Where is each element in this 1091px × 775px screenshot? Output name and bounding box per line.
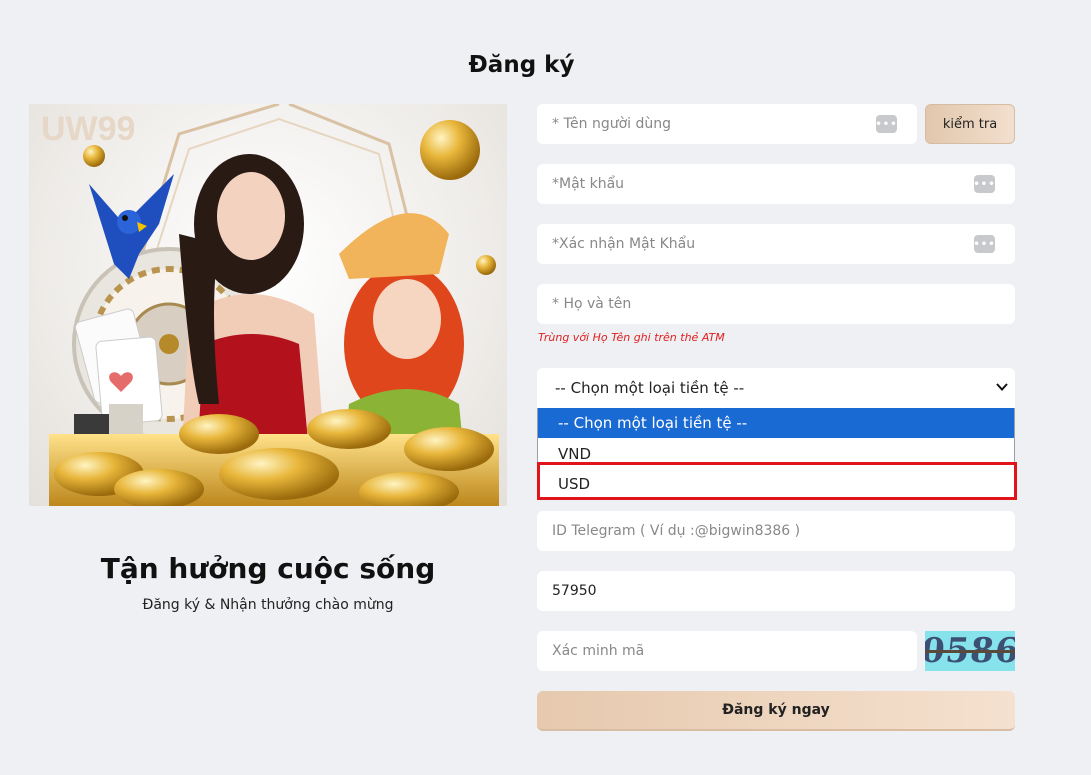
currency-selected-value: -- Chọn một loại tiền tệ -- [555, 379, 745, 397]
captcha-text: 0586 [925, 631, 1015, 671]
fullname-placeholder: * Họ và tên [552, 296, 632, 312]
referral-code-field[interactable]: 57950 [537, 571, 1015, 611]
referral-code-value: 57950 [552, 583, 597, 599]
register-submit-button[interactable]: Đăng ký ngay [537, 691, 1015, 731]
password-manager-icon[interactable]: ••• [973, 175, 995, 193]
currency-option-placeholder[interactable]: -- Chọn một loại tiền tệ -- [538, 408, 1014, 438]
captcha-image[interactable]: 0586 [925, 631, 1015, 671]
chevron-down-icon [996, 383, 1008, 391]
captcha-placeholder: Xác minh mã [552, 643, 645, 659]
promo-illustration [49, 104, 499, 506]
username-field[interactable]: * Tên người dùng ••• [537, 104, 917, 144]
currency-option-usd[interactable]: USD [538, 469, 1014, 499]
confirm-password-field[interactable]: *Xác nhận Mật Khẩu ••• [537, 224, 1015, 264]
currency-dropdown-list: -- Chọn một loại tiền tệ -- VND USD [537, 408, 1015, 500]
currency-option-vnd[interactable]: VND [538, 439, 1014, 469]
currency-select[interactable]: -- Chọn một loại tiền tệ -- [537, 368, 1015, 408]
promo-tagline: Tận hưởng cuộc sống [100, 552, 436, 585]
username-placeholder: * Tên người dùng [552, 116, 672, 132]
password-placeholder: *Mật khẩu [552, 176, 625, 192]
telegram-placeholder: ID Telegram ( Ví dụ :@bigwin8386 ) [552, 523, 801, 539]
confirm-password-placeholder: *Xác nhận Mật Khẩu [552, 236, 696, 252]
password-field[interactable]: *Mật khẩu ••• [537, 164, 1015, 204]
fullname-field[interactable]: * Họ và tên [537, 284, 1015, 324]
promo-banner-image: UW99 [29, 104, 507, 506]
telegram-field[interactable]: ID Telegram ( Ví dụ :@bigwin8386 ) [537, 511, 1015, 551]
captcha-input[interactable]: Xác minh mã [537, 631, 917, 671]
password-manager-icon[interactable]: ••• [875, 115, 897, 133]
fullname-hint: Trùng với Họ Tên ghi trên thẻ ATM [538, 331, 725, 344]
check-username-button[interactable]: kiểm tra [925, 104, 1015, 144]
password-manager-icon[interactable]: ••• [973, 235, 995, 253]
promo-subtagline: Đăng ký & Nhận thưởng chào mừng [142, 597, 394, 613]
brand-logo: UW99 [41, 110, 136, 148]
page-title: Đăng ký [468, 52, 575, 78]
